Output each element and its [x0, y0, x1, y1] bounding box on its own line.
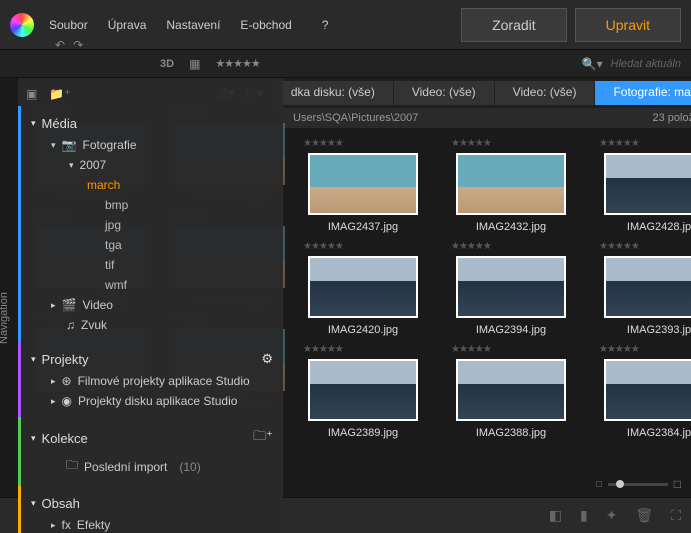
projects-settings-icon[interactable]: ⚙ — [261, 351, 273, 367]
help-icon[interactable]: ? — [322, 18, 329, 32]
filter-tab[interactable]: Fotografie: march — [595, 81, 691, 105]
thumbnail[interactable]: ★★★★★ IMAG2384.jp — [599, 344, 691, 439]
disc-icon: ◉ — [62, 394, 72, 408]
thumbnail[interactable]: ★★★★★ IMAG2388.jpg — [451, 344, 571, 439]
thumb-rating: ★★★★★ — [303, 344, 343, 355]
thumb-rating: ★★★★★ — [303, 138, 343, 149]
sort-button[interactable]: Zoradit — [461, 8, 567, 42]
navigation-sidebar: ▾Média ▾📷Fotografie ▾2007 march bmpjpgtg… — [18, 78, 283, 533]
tool-icon-1[interactable]: ◧ — [549, 507, 562, 524]
menu-file[interactable]: Soubor — [49, 18, 88, 32]
fx-icon: fx — [62, 518, 71, 532]
tree-format-tif[interactable]: tif — [21, 255, 283, 275]
thumbnail[interactable]: ★★★★★ IMAG2389.jpg — [303, 344, 423, 439]
filter-tab[interactable]: dka disku: (vše) — [273, 81, 394, 105]
thumb-filename: IMAG2388.jpg — [476, 427, 546, 439]
tree-format-bmp[interactable]: bmp — [21, 195, 283, 215]
import-icon: 🗀 — [66, 456, 78, 477]
thumbnail[interactable]: ★★★★★ IMAG2394.jpg — [451, 241, 571, 336]
content-section-header[interactable]: ▾Obsah — [21, 492, 283, 515]
thumb-rating: ★★★★★ — [451, 241, 491, 252]
music-icon: ♫ — [66, 318, 75, 332]
thumb-filename: IMAG2393.jp — [627, 324, 691, 336]
app-logo — [10, 13, 34, 37]
tree-disk-projects[interactable]: ▸◉Projekty disku aplikace Studio — [21, 391, 283, 411]
tree-format-tga[interactable]: tga — [21, 235, 283, 255]
collection-add-icon[interactable]: 🗀⁺ — [253, 427, 273, 449]
menu-edit[interactable]: Úprava — [108, 18, 147, 32]
secondary-toolbar: 3D ▦ ★★★★★ 🔍▾ Hledat aktuáln — [0, 50, 691, 78]
reel-icon: ⊛ — [62, 374, 72, 388]
view-3d-toggle[interactable]: 3D — [160, 58, 174, 70]
thumb-rating: ★★★★★ — [303, 241, 343, 252]
thumb-image[interactable] — [604, 256, 691, 318]
trash-icon[interactable]: 🗑 — [635, 507, 653, 524]
search-icon[interactable]: 🔍▾ — [582, 57, 603, 71]
view-mode-icon[interactable]: ▦ — [189, 57, 200, 71]
camera-icon: 📷 — [62, 138, 77, 152]
thumbnail[interactable]: ★★★★★ IMAG2428.jp — [599, 138, 691, 233]
tool-icon-2[interactable]: ▮ — [580, 507, 588, 524]
rating-filter[interactable]: ★★★★★ — [215, 57, 259, 70]
tree-month-march[interactable]: march — [21, 175, 283, 195]
thumb-filename: IMAG2420.jpg — [328, 324, 398, 336]
navigation-label: Navigation — [0, 292, 10, 344]
tree-fotografie[interactable]: ▾📷Fotografie — [21, 135, 283, 155]
projects-section-header[interactable]: ▾Projekty⚙ — [21, 347, 283, 371]
top-menu-bar: Soubor Úprava Nastavení E-obchod ? Zorad… — [0, 0, 691, 50]
breadcrumb-path: Users\SQA\Pictures\2007 — [293, 112, 418, 124]
item-count-status: 23 položek, 0 v — [653, 112, 691, 124]
thumb-filename: IMAG2384.jp — [627, 427, 691, 439]
thumb-filename: IMAG2437.jpg — [328, 221, 398, 233]
fullscreen-icon[interactable]: ⛶ — [671, 507, 681, 524]
thumb-rating: ★★★★★ — [599, 138, 639, 149]
thumb-image[interactable] — [456, 256, 566, 318]
tree-movie-projects[interactable]: ▸⊛Filmové projekty aplikace Studio — [21, 371, 283, 391]
menu-eshop[interactable]: E-obchod — [240, 18, 291, 32]
thumbnail[interactable]: ★★★★★ IMAG2437.jpg — [303, 138, 423, 233]
nav-toggle-icon[interactable]: ▣ — [26, 87, 37, 101]
thumb-rating: ★★★★★ — [599, 344, 639, 355]
video-icon: 🎬 — [62, 298, 77, 312]
thumb-filename: IMAG2428.jp — [627, 221, 691, 233]
tree-effects[interactable]: ▸fxEfekty — [21, 515, 283, 533]
tree-format-wmf[interactable]: wmf — [21, 275, 283, 295]
thumb-filename: IMAG2432.jpg — [476, 221, 546, 233]
thumb-rating: ★★★★★ — [451, 344, 491, 355]
edit-button[interactable]: Upravit — [575, 8, 681, 42]
zoom-slider[interactable]: □ □ — [596, 477, 681, 491]
tool-icon-3[interactable]: ✦ — [606, 507, 618, 524]
thumb-filename: IMAG2389.jpg — [328, 427, 398, 439]
filter-tabs: dka disku: (vše)Video: (vše)Video: (vše)… — [273, 81, 691, 105]
thumbnail[interactable]: ★★★★★ IMAG2393.jp — [599, 241, 691, 336]
tree-year-2007[interactable]: ▾2007 — [21, 155, 283, 175]
thumb-image[interactable] — [308, 359, 418, 421]
thumb-image[interactable] — [308, 256, 418, 318]
zoom-small-icon: □ — [596, 479, 601, 489]
thumb-image[interactable] — [604, 359, 691, 421]
thumbnail[interactable]: ★★★★★ IMAG2432.jpg — [451, 138, 571, 233]
thumb-image[interactable] — [604, 153, 691, 215]
thumb-filename: IMAG2394.jpg — [476, 324, 546, 336]
search-placeholder[interactable]: Hledat aktuáln — [611, 58, 681, 70]
thumbnail[interactable]: ★★★★★ IMAG2420.jpg — [303, 241, 423, 336]
thumb-image[interactable] — [308, 153, 418, 215]
thumb-rating: ★★★★★ — [599, 241, 639, 252]
menu-settings[interactable]: Nastavení — [166, 18, 220, 32]
media-section-header[interactable]: ▾Média — [21, 112, 283, 135]
main-menu: Soubor Úprava Nastavení E-obchod ? — [49, 18, 461, 32]
folder-add-icon[interactable]: 📁⁺ — [49, 87, 70, 101]
thumb-image[interactable] — [456, 153, 566, 215]
tree-format-jpg[interactable]: jpg — [21, 215, 283, 235]
zoom-large-icon: □ — [674, 477, 681, 491]
filter-tab[interactable]: Video: (vše) — [394, 81, 495, 105]
tree-audio[interactable]: ♫Zvuk — [21, 315, 283, 335]
collections-section-header[interactable]: ▾Kolekce🗀⁺ — [21, 423, 283, 453]
tree-last-import[interactable]: 🗀Poslední import(10) — [21, 453, 283, 480]
thumb-image[interactable] — [456, 359, 566, 421]
thumb-rating: ★★★★★ — [451, 138, 491, 149]
tree-video[interactable]: ▸🎬Video — [21, 295, 283, 315]
filter-tab[interactable]: Video: (vše) — [495, 81, 596, 105]
